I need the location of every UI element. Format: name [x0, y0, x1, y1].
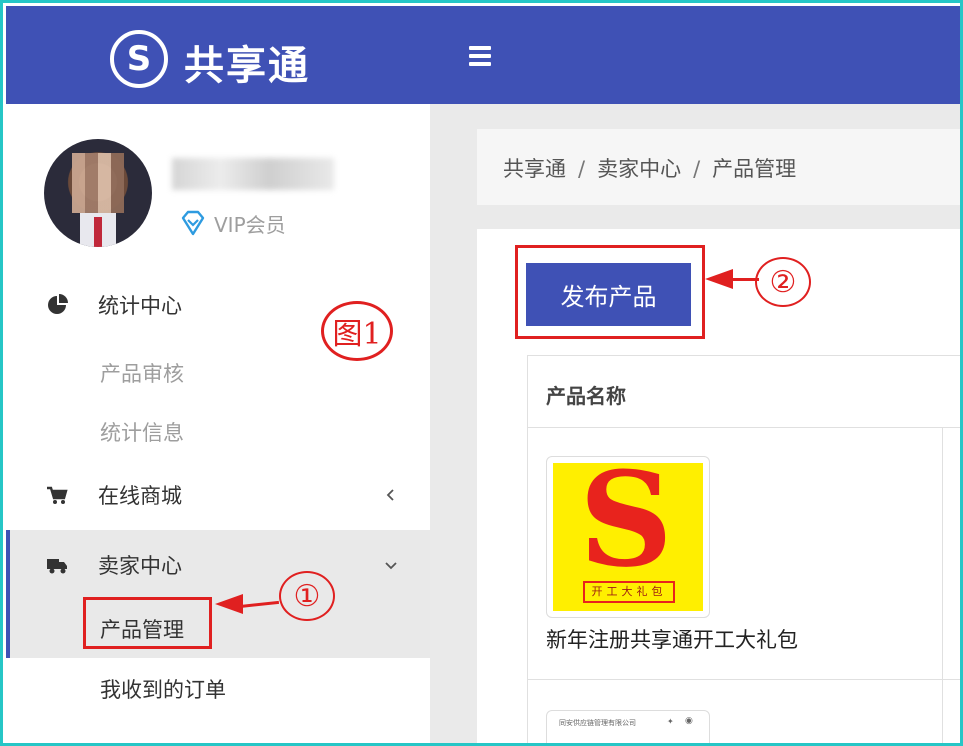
highlight-box-publish	[515, 245, 705, 339]
column-header-product-name[interactable]: 产品名称	[546, 380, 626, 409]
table-header-row: 产品名称	[528, 356, 960, 428]
chevron-left-icon	[386, 489, 394, 501]
sidebar: VIP会员 统计中心 产品审核 统计信息 在线商城 卖家中心 产品管理 我收到的…	[6, 104, 430, 743]
screenshot-frame: S 共享通 VIP会员 统计中心 产品审核 统计信息 在线商城 卖家中心 产品管…	[0, 0, 963, 746]
product-name[interactable]: 新年注册共享通开工大礼包	[546, 624, 798, 654]
figure-label: 图1	[321, 301, 393, 361]
arrow-left-icon	[215, 594, 243, 614]
logo-icon: S	[110, 30, 168, 88]
sidebar-item-label: 卖家中心	[98, 554, 182, 578]
sidebar-item-label: 在线商城	[98, 484, 182, 508]
breadcrumb: 共享通 / 卖家中心 / 产品管理	[503, 153, 796, 183]
truck-icon	[47, 559, 67, 574]
thumbnail-caption: 同安供应链管理有限公司	[559, 719, 636, 727]
top-bar: S 共享通	[6, 6, 960, 104]
sidebar-item-online-mall[interactable]: 在线商城	[6, 464, 430, 526]
step-2-marker: ②	[755, 257, 811, 307]
sun-icon: ✦	[667, 717, 674, 726]
menu-toggle-icon[interactable]	[469, 46, 491, 66]
sidebar-item-label: 统计中心	[98, 294, 182, 318]
cart-icon	[47, 486, 68, 504]
breadcrumb-item-home[interactable]: 共享通	[503, 157, 566, 181]
username-redacted	[172, 158, 334, 190]
sidebar-subitem-received-orders[interactable]: 我收到的订单	[100, 674, 226, 704]
thumbnail-caption: 开工大礼包	[583, 581, 675, 603]
product-thumbnail[interactable]: 同安供应链管理有限公司 ✦ ◉	[546, 710, 710, 743]
breadcrumb-item-seller-center[interactable]: 卖家中心	[597, 157, 681, 181]
breadcrumb-separator: /	[578, 157, 586, 181]
record-icon: ◉	[685, 716, 693, 726]
chevron-down-icon	[385, 562, 397, 570]
avatar[interactable]	[44, 139, 152, 247]
product-thumbnail[interactable]: S 开工大礼包	[546, 456, 710, 618]
step-1-marker: ①	[279, 571, 335, 621]
sidebar-subitem-product-review[interactable]: 产品审核	[100, 358, 184, 388]
sidebar-item-seller-center[interactable]: 卖家中心	[6, 534, 430, 596]
highlight-box-product-management	[83, 597, 212, 649]
diamond-icon	[181, 210, 205, 236]
logo-glyph: S	[126, 39, 152, 79]
pie-chart-icon	[48, 294, 68, 314]
app-name: 共享通	[184, 43, 310, 89]
vip-badge: VIP会员	[178, 208, 286, 238]
breadcrumb-separator: /	[693, 157, 701, 181]
thumbnail-letter: S	[579, 463, 673, 596]
sidebar-subitem-stats-info[interactable]: 统计信息	[100, 417, 184, 447]
product-table: 产品名称 S 开工大礼包 新年注册共享通开工大礼包 同安供应链管理有限公司 ✦ …	[527, 355, 960, 743]
vip-label: VIP会员	[214, 212, 286, 237]
table-row[interactable]: S 开工大礼包 新年注册共享通开工大礼包	[528, 428, 960, 680]
breadcrumb-item-current: 产品管理	[712, 157, 797, 181]
